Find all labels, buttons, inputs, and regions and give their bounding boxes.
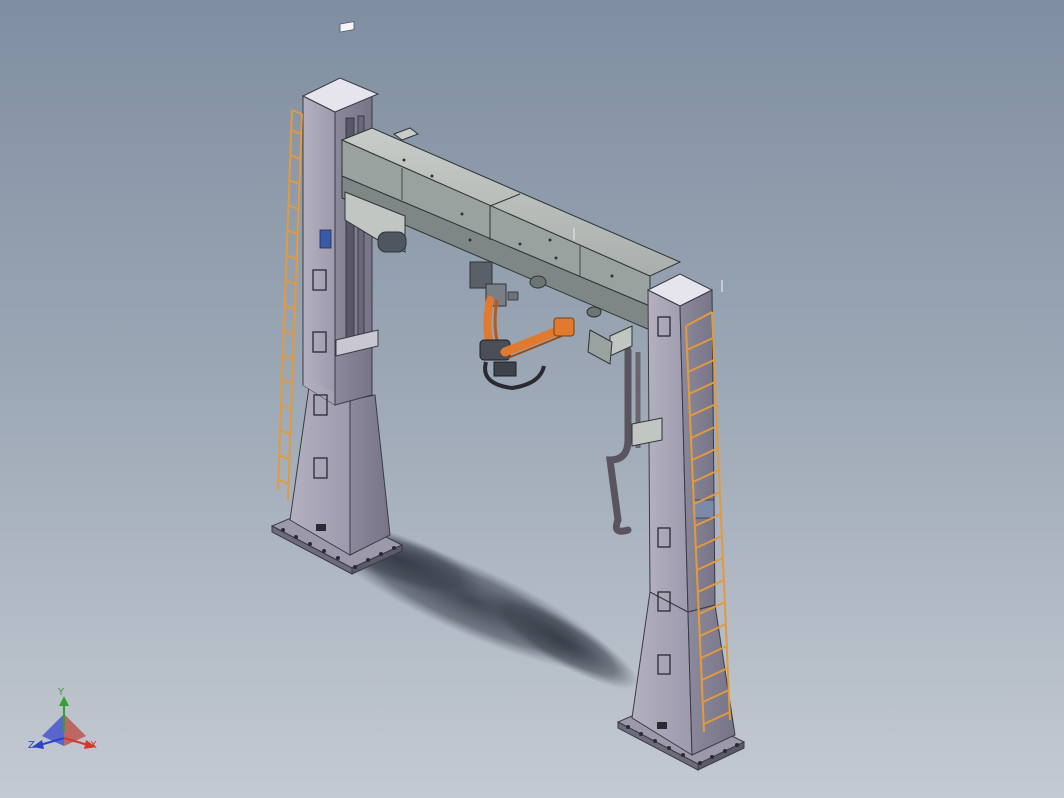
x-axis-label: X: [90, 740, 97, 751]
y-axis-label: Y: [58, 687, 65, 698]
z-axis-label: Z: [28, 740, 35, 751]
control-panel-blue: [319, 229, 332, 249]
left-ladder: [277, 109, 303, 501]
coordinate-triad: Y Z X: [22, 684, 112, 764]
left-column: [270, 21, 404, 575]
3d-model-viewport[interactable]: Y Z X: [0, 0, 1064, 798]
axis-triad-icon: [32, 696, 96, 749]
gantry-model: [270, 21, 746, 771]
